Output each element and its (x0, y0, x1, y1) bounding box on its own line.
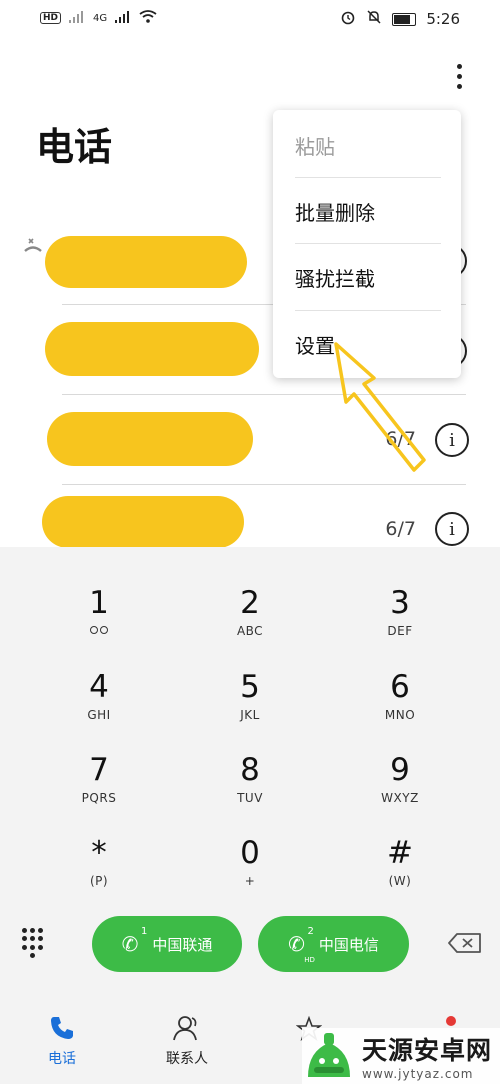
dot-icon (456, 63, 462, 69)
dial-key-2[interactable]: 2 ABC (190, 584, 310, 664)
key-letters: MNO (384, 708, 416, 722)
key-digit: 7 (89, 752, 109, 788)
nav-tab-contacts[interactable]: 联系人 (147, 1014, 227, 1068)
key-letters: GHI (87, 708, 111, 722)
dialpad-toggle-icon[interactable] (22, 928, 46, 958)
dial-key-6[interactable]: 6 MNO (340, 668, 460, 748)
signal-icon (69, 10, 85, 26)
dot-icon (456, 73, 462, 79)
dial-key-hash[interactable]: # (W) (340, 834, 460, 914)
highlight-arrow-icon (334, 342, 426, 472)
key-letters: (W) (388, 874, 412, 888)
redaction-mark (42, 496, 244, 548)
key-digit: 9 (390, 752, 410, 788)
redaction-mark (47, 412, 253, 466)
dial-key-5[interactable]: 5 JKL (190, 668, 310, 748)
dial-key-0[interactable]: 0 + (190, 834, 310, 914)
nav-label: 电话 (48, 1051, 76, 1067)
hd-badge: HD (40, 12, 62, 24)
dial-key-star[interactable]: * (P) (39, 834, 159, 914)
nav-label: 联系人 (166, 1051, 208, 1067)
menu-item-paste[interactable]: 粘贴 (273, 112, 461, 178)
hd-badge: HD (304, 956, 315, 964)
key-digit: 2 (240, 585, 260, 621)
contacts-icon (173, 1016, 197, 1041)
key-letters: ABC (236, 624, 264, 638)
call-date: 6/7 (385, 518, 416, 540)
wifi-icon (139, 10, 157, 26)
backspace-icon[interactable] (448, 933, 482, 953)
watermark-title: 天源安卓网 (362, 1036, 493, 1065)
sim-slot-label: 1 (141, 926, 148, 937)
key-letters: (P) (89, 874, 109, 888)
sim2-carrier-label: 中国电信 (318, 935, 379, 954)
key-digit: # (387, 835, 413, 871)
dot-icon (456, 83, 462, 89)
redaction-mark (45, 322, 259, 376)
watermark-url: www.jytyaz.com (362, 1067, 474, 1081)
key-digit: 1 (89, 585, 109, 621)
phone-icon: ✆ 2 HD (288, 926, 315, 964)
info-icon[interactable]: i (435, 423, 469, 457)
phone-icon: ✆ 1 (121, 926, 148, 956)
status-bar: HD 4G 5:26 (0, 0, 500, 40)
sim1-carrier-label: 中国联通 (152, 935, 213, 954)
call-sim1-button[interactable]: ✆ 1 中国联通 (92, 916, 242, 972)
alarm-icon (340, 9, 356, 29)
key-letters: JKL (240, 708, 260, 722)
voicemail-icon (90, 626, 108, 634)
phone-icon (51, 1017, 73, 1039)
menu-item-batch-delete[interactable]: 批量删除 (273, 178, 461, 244)
info-icon[interactable]: i (435, 512, 469, 546)
key-letters: + (244, 874, 256, 888)
more-options-button[interactable] (444, 58, 474, 94)
network-type-label: 4G (93, 12, 108, 24)
clock-time: 5:26 (426, 10, 460, 28)
dial-key-8[interactable]: 8 TUV (190, 751, 310, 831)
key-digit: * (91, 835, 107, 871)
dial-key-7[interactable]: 7 PQRS (39, 751, 159, 831)
battery-icon (392, 12, 417, 26)
key-letters: DEF (387, 624, 413, 638)
status-right: 5:26 (340, 9, 460, 29)
dial-key-4[interactable]: 4 GHI (39, 668, 159, 748)
key-digit: 6 (390, 669, 410, 705)
dial-key-3[interactable]: 3 DEF (340, 584, 460, 664)
dial-key-1[interactable]: 1 (39, 584, 159, 664)
dial-key-9[interactable]: 9 WXYZ (340, 751, 460, 831)
mute-icon (366, 9, 382, 29)
key-digit: 5 (240, 669, 260, 705)
menu-item-harassment-block[interactable]: 骚扰拦截 (273, 244, 461, 310)
sim-slot-label: 2 (307, 926, 314, 937)
watermark: 天源安卓网 www.jytyaz.com (302, 1028, 500, 1084)
call-sim2-button[interactable]: ✆ 2 HD 中国电信 (258, 916, 409, 972)
notification-dot (446, 1016, 456, 1026)
nav-tab-phone[interactable]: 电话 (22, 1014, 102, 1068)
key-digit: 8 (240, 752, 260, 788)
key-letters: PQRS (81, 791, 117, 805)
key-digit: 4 (89, 669, 109, 705)
redaction-mark (45, 236, 247, 288)
key-letters: TUV (237, 791, 263, 805)
key-digit: 0 (240, 835, 260, 871)
key-digit: 3 (390, 585, 410, 621)
signal-icon (115, 10, 131, 26)
key-letters: WXYZ (381, 791, 419, 805)
watermark-logo (308, 1033, 350, 1077)
page-title: 电话 (36, 125, 113, 169)
status-left: HD 4G (40, 10, 157, 26)
